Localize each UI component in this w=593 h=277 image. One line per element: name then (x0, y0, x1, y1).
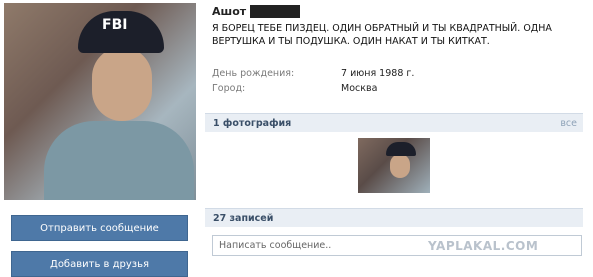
profile-name-row: Ашот (212, 5, 301, 18)
photo-face (92, 47, 152, 121)
city-label: Город: (212, 83, 246, 94)
thumb-face (390, 154, 410, 178)
birthday-label: День рождения: (212, 68, 295, 79)
add-friend-button[interactable]: Добавить в друзья (11, 251, 188, 277)
profile-photo[interactable]: FBI (4, 3, 196, 200)
photo-thumbnail[interactable] (358, 138, 430, 193)
photos-all-link[interactable]: все (560, 118, 577, 129)
photos-section-header[interactable]: 1 фотография все (205, 113, 583, 132)
city-value[interactable]: Москва (341, 83, 377, 94)
watermark: YAPLAKAL.COM (428, 239, 539, 253)
wall-section-header: 27 записей (205, 208, 583, 227)
wall-count: 27 записей (213, 213, 274, 224)
photo-shirt (44, 121, 194, 200)
birthday-value[interactable]: 7 июня 1988 г. (341, 68, 414, 79)
profile-status: Я БОРЕЦ ТЕБЕ ПИЗДЕЦ. ОДИН ОБРАТНЫЙ И ТЫ … (212, 23, 552, 47)
send-message-button[interactable]: Отправить сообщение (11, 215, 188, 241)
censor-bar (250, 5, 301, 18)
photo-cap-text: FBI (102, 17, 128, 33)
profile-name: Ашот (212, 5, 247, 18)
photos-count[interactable]: 1 фотография (213, 118, 291, 129)
thumb-cap (386, 142, 416, 156)
